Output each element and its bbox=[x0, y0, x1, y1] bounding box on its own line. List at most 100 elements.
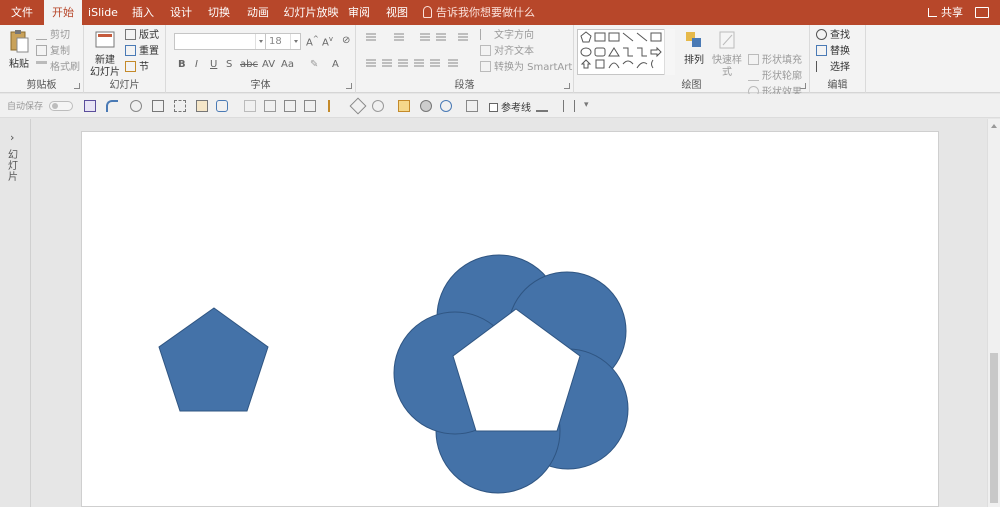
text-direction-button[interactable]: 文字方向 bbox=[480, 29, 534, 43]
ungroup-icon[interactable] bbox=[264, 100, 276, 112]
redo-icon[interactable] bbox=[130, 100, 142, 112]
arrange-button[interactable]: 排列 bbox=[680, 29, 708, 67]
strikethrough-button[interactable]: abc bbox=[240, 59, 258, 70]
tab-view[interactable]: 视图 bbox=[378, 0, 416, 25]
gallery-scrollbar[interactable] bbox=[664, 29, 675, 75]
scrollbar-thumb[interactable] bbox=[990, 353, 998, 503]
font-launcher-icon[interactable] bbox=[346, 83, 352, 89]
smartart-button[interactable]: 转换为 SmartArt bbox=[480, 61, 572, 75]
section-button[interactable]: 节 bbox=[125, 61, 149, 75]
grow-font-button[interactable]: A^ bbox=[306, 35, 319, 48]
copy-button[interactable]: 复制 bbox=[36, 45, 70, 59]
shape-outline-label: 形状轮廓 bbox=[762, 71, 802, 82]
comment-icon[interactable] bbox=[975, 7, 989, 18]
replace-label: 替换 bbox=[830, 46, 850, 57]
text-direction-icon bbox=[480, 29, 491, 40]
text-direction-label: 文字方向 bbox=[494, 30, 534, 41]
slides-group: 新建 幻灯片 版式 重置 节 幻灯片 bbox=[84, 25, 166, 93]
size-icon[interactable] bbox=[563, 100, 575, 112]
tab-islide[interactable]: iSlide bbox=[82, 0, 124, 25]
tab-animations[interactable]: 动画 bbox=[238, 0, 278, 25]
select-button[interactable]: 选择 bbox=[816, 61, 850, 75]
customize-qat-icon[interactable]: ▾ bbox=[584, 100, 596, 112]
italic-button[interactable]: I bbox=[195, 59, 198, 70]
paragraph-launcher-icon[interactable] bbox=[564, 83, 570, 89]
expand-thumbnails-icon[interactable]: › bbox=[10, 131, 14, 144]
tab-home[interactable]: 开始 bbox=[44, 0, 82, 25]
font-size-combo[interactable]: 18 bbox=[265, 33, 301, 50]
reset-label: 重置 bbox=[139, 46, 159, 57]
group-icon[interactable] bbox=[244, 100, 256, 112]
tab-review[interactable]: 审阅 bbox=[342, 0, 376, 25]
tab-transitions[interactable]: 切换 bbox=[200, 0, 238, 25]
align-text-icon bbox=[480, 45, 491, 56]
font-size-value: 18 bbox=[269, 36, 282, 47]
vertical-scrollbar[interactable] bbox=[987, 119, 1000, 507]
paste-label: 粘贴 bbox=[9, 59, 29, 70]
scroll-up-icon[interactable] bbox=[991, 124, 997, 128]
layout-button[interactable]: 版式 bbox=[125, 29, 159, 43]
replace-button[interactable]: 替换 bbox=[816, 45, 850, 59]
shape-outline-button[interactable]: 形状轮廓 bbox=[748, 70, 802, 84]
start-from-beginning-icon[interactable] bbox=[152, 100, 164, 112]
tab-slideshow[interactable]: 幻灯片放映 bbox=[280, 0, 342, 25]
pentagon-flower-shape[interactable] bbox=[393, 254, 629, 494]
undo-icon[interactable] bbox=[106, 100, 118, 112]
copy-label: 复制 bbox=[50, 46, 70, 57]
share-label: 共享 bbox=[941, 6, 963, 19]
table-icon[interactable] bbox=[304, 100, 316, 112]
merge-shapes-icon[interactable] bbox=[372, 100, 384, 112]
guides-checkbox[interactable]: 参考线 bbox=[489, 99, 531, 114]
reset-button[interactable]: 重置 bbox=[125, 45, 159, 59]
underline-button[interactable]: U bbox=[210, 59, 217, 70]
save-icon[interactable] bbox=[84, 100, 96, 112]
shapes-gallery[interactable] bbox=[577, 29, 675, 75]
clear-format-icon[interactable]: ⊘ bbox=[342, 35, 350, 46]
autosave-toggle[interactable] bbox=[49, 101, 73, 111]
outline-icon[interactable] bbox=[440, 100, 452, 112]
chevron-down-icon bbox=[290, 34, 300, 49]
format-icon[interactable] bbox=[536, 100, 548, 112]
font-name-combo[interactable] bbox=[174, 33, 266, 50]
tab-insert[interactable]: 插入 bbox=[124, 0, 162, 25]
shadow-button[interactable]: S bbox=[226, 59, 232, 70]
shape-icon[interactable] bbox=[216, 100, 228, 112]
paste-icon bbox=[10, 30, 29, 53]
tab-design[interactable]: 设计 bbox=[162, 0, 200, 25]
quick-styles-button[interactable]: 快速样式 bbox=[709, 29, 745, 79]
new-slide-label-1: 新建 bbox=[95, 55, 115, 66]
textbox-icon[interactable] bbox=[284, 100, 296, 112]
autosave-label: 自动保存 bbox=[7, 102, 44, 112]
tell-me-search[interactable]: 告诉我你想要做什么 bbox=[423, 0, 535, 25]
spacing-button[interactable]: AV bbox=[262, 59, 275, 70]
select-pane-icon[interactable] bbox=[174, 100, 186, 112]
fill-icon[interactable] bbox=[420, 100, 432, 112]
share-button[interactable]: 共享 bbox=[928, 0, 963, 25]
font-color-button[interactable]: A bbox=[332, 59, 339, 70]
new-slide-button[interactable]: 新建 幻灯片 bbox=[88, 29, 122, 79]
change-case-button[interactable]: Aa bbox=[281, 59, 294, 70]
smartart-label: 转换为 SmartArt bbox=[494, 62, 573, 73]
shrink-font-button[interactable]: Av bbox=[322, 35, 333, 48]
rotate-icon[interactable] bbox=[349, 97, 367, 115]
distribute-icon[interactable] bbox=[328, 100, 340, 112]
cut-button[interactable]: 剪切 bbox=[36, 29, 70, 43]
pentagon-shape[interactable] bbox=[158, 307, 269, 412]
slide[interactable] bbox=[81, 131, 939, 507]
shape-fill-label: 形状填充 bbox=[762, 55, 802, 66]
tab-file[interactable]: 文件 bbox=[0, 0, 44, 25]
shapes-gallery-icons bbox=[580, 31, 662, 69]
find-button[interactable]: 查找 bbox=[816, 29, 850, 43]
format-painter-button[interactable]: 格式刷 bbox=[36, 61, 80, 75]
eyedropper-icon[interactable] bbox=[398, 100, 410, 112]
clipboard-launcher-icon[interactable] bbox=[74, 83, 80, 89]
highlight-icon[interactable]: ✎ bbox=[310, 59, 318, 70]
shape-fill-button[interactable]: 形状填充 bbox=[748, 54, 802, 68]
picture-icon[interactable] bbox=[466, 100, 478, 112]
align-text-button[interactable]: 对齐文本 bbox=[480, 45, 534, 59]
align-icon[interactable] bbox=[196, 100, 208, 112]
paste-button[interactable]: 粘贴 bbox=[4, 29, 34, 71]
format-painter-label: 格式刷 bbox=[50, 62, 80, 73]
bold-button[interactable]: B bbox=[178, 59, 186, 70]
quick-styles-icon bbox=[719, 31, 735, 49]
